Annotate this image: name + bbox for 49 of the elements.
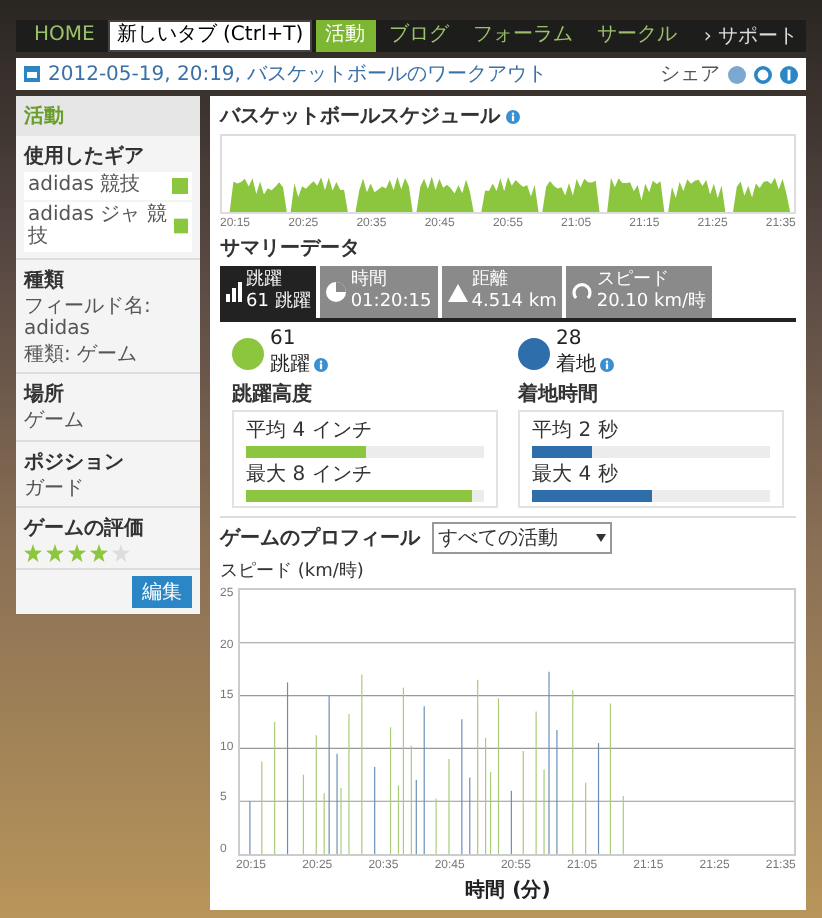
pie-icon: [326, 282, 347, 302]
breadcrumb-text: 2012-05-19, 20:19, バスケットボールのワークアウト: [48, 62, 548, 88]
section-text: 種類: ゲーム: [24, 343, 140, 366]
section-heading: 使用したギア: [24, 143, 146, 170]
gear-item[interactable]: adidas ジャ 競技: [24, 201, 192, 251]
stat-value: 最大 8 インチ: [246, 461, 374, 488]
profile-label: ゲームのプロフィール: [220, 524, 420, 552]
stat-heading: 着地時間: [518, 380, 600, 408]
section-text: フィールド名: adidas: [24, 295, 153, 341]
star-icon[interactable]: [24, 544, 42, 562]
axis-title: 時間 (分): [463, 877, 553, 904]
edit-button[interactable]: 編集: [132, 576, 192, 608]
nav-item[interactable]: フォーラム: [463, 20, 584, 52]
stat-value: 平均 4 インチ: [246, 418, 374, 444]
sidebar-title: 活動: [16, 96, 200, 136]
stat-heading: 跳躍高度: [232, 380, 314, 408]
section-heading: ポジション: [24, 449, 126, 475]
nav-item[interactable]: サークル: [587, 20, 688, 52]
share-label: シェア: [660, 62, 720, 88]
bar-chart-icon: [226, 282, 242, 302]
calendar-icon: [24, 66, 40, 82]
stat-count: 28: [556, 330, 584, 350]
section-text: ゲーム: [24, 410, 86, 433]
mountain-icon: [447, 282, 468, 302]
nav-item[interactable]: HOME: [24, 20, 105, 52]
section-text: ガード: [24, 477, 86, 500]
section-heading: 場所: [24, 381, 66, 408]
nav-item[interactable]: ブログ: [379, 20, 460, 52]
stat-value: 最大 4 秒: [532, 461, 620, 488]
tab-tooltip: 新しいタブ (Ctrl+T): [108, 20, 312, 52]
stat-label: 跳躍: [270, 351, 310, 378]
stat-label: 着地: [556, 351, 596, 378]
star-icon[interactable]: [90, 544, 108, 562]
section-title: サマリーデータ: [220, 236, 360, 262]
activity-select[interactable]: すべての活動: [432, 522, 612, 554]
section-heading: ゲームの評価: [24, 515, 146, 542]
gear-item[interactable]: adidas 競技: [24, 172, 192, 199]
gauge-icon: [572, 282, 593, 302]
star-icon[interactable]: [46, 544, 64, 562]
chart-title: バスケットボールスケジュール: [220, 104, 500, 130]
stat-count: 61: [270, 330, 298, 350]
star-icon[interactable]: [68, 544, 86, 562]
summary-tab[interactable]: 跳躍 61 跳躍: [220, 266, 317, 318]
caret-icon: [596, 534, 606, 542]
settings-icon[interactable]: [754, 65, 772, 83]
stat-value: 平均 2 秒: [532, 417, 620, 444]
section-heading: 種類: [24, 267, 66, 293]
axis-title: スピード (km/時): [220, 559, 366, 584]
support-link[interactable]: › サポート: [703, 22, 798, 50]
